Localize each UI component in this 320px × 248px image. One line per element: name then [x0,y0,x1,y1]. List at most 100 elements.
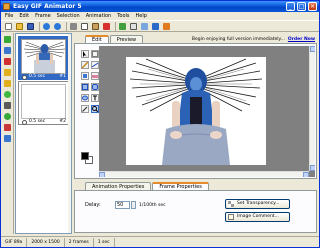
title-bar[interactable]: Easy GIF Animator 5 _ □ × [1,1,319,12]
menu-edit[interactable]: Edit [19,12,29,20]
open-button[interactable] [15,22,24,31]
banner-button[interactable] [3,123,12,132]
new-button[interactable] [4,22,13,31]
frame-thumbnail [21,39,66,74]
add-frame-icon [4,36,11,43]
preview-icon [152,22,159,30]
eraser-tool[interactable] [91,72,99,80]
delay-input[interactable]: 50 [115,201,130,209]
scroll-down-button[interactable] [310,165,315,171]
pencil-icon [81,61,89,69]
delete-button[interactable] [102,22,111,31]
image-comment-button[interactable]: Image Comment... [225,212,290,222]
close-button[interactable]: × [308,2,317,11]
scroll-up-button[interactable] [310,46,315,52]
frame-item-1[interactable]: 0.5 sec #1 [18,36,69,80]
canvas-horizontal-scrollbar[interactable] [99,171,309,177]
effects-icon [4,91,11,98]
drawing-tools [78,46,100,136]
image-canvas[interactable] [126,57,266,165]
duplicate-icon [4,47,11,54]
ellipse-tool[interactable] [81,94,89,102]
toolbar-separator [39,21,40,31]
canvas-image [126,57,266,165]
effects-button[interactable] [3,90,12,99]
insert-frame-button[interactable] [118,22,127,31]
foreground-color-swatch[interactable] [81,152,89,160]
play-button[interactable] [162,22,171,31]
resize-icon [141,22,148,30]
left-toolstrip [1,33,14,234]
delay-spinner[interactable] [131,201,136,209]
canvas-area [99,46,315,177]
add-text-button[interactable] [129,22,138,31]
web-button[interactable] [3,112,12,121]
move-down-button[interactable] [3,79,12,88]
rectangle-icon [82,84,88,90]
transparency-icon [228,201,234,207]
delete-icon [103,22,110,30]
eyedropper-icon [82,106,88,112]
menu-animation[interactable]: Animation [86,12,112,20]
order-now-link[interactable]: Order Now [288,37,315,42]
undo-button[interactable] [42,22,51,31]
ellipse-icon [82,95,88,101]
menu-bar: File Edit Frame Selection Animation Tool… [1,12,319,20]
menu-selection[interactable]: Selection [57,12,80,20]
resize-button[interactable] [140,22,149,31]
zoom-icon [92,106,99,113]
rounded-rect-tool[interactable] [91,83,99,91]
menu-help[interactable]: Help [136,12,147,20]
copy-button[interactable] [80,22,89,31]
export-icon [4,135,11,142]
text-tool[interactable] [91,94,99,102]
clock-icon [22,120,27,125]
rounded-rect-icon [92,84,98,90]
toolbar-separator [115,21,116,31]
menu-frame[interactable]: Frame [35,12,51,20]
menu-file[interactable]: File [5,12,13,20]
select-lasso-tool[interactable] [91,50,99,58]
promo-text: Begin enjoying full version immediately.… [191,37,285,42]
select-rect-icon [83,51,87,57]
line-tool[interactable] [91,61,99,69]
scroll-left-button[interactable] [99,172,105,177]
app-icon [3,3,10,10]
comment-icon [228,214,234,220]
delay-unit-label: 1/100th sec [139,203,166,208]
banner-icon [4,124,11,131]
frame-list-scrollbar[interactable] [68,34,71,233]
scroll-right-button[interactable] [303,172,309,177]
move-up-button[interactable] [3,68,12,77]
cut-button[interactable] [69,22,78,31]
pencil-tool[interactable] [81,61,89,69]
crop-button[interactable] [3,101,12,110]
export-button[interactable] [3,134,12,143]
delete-frame-button[interactable] [3,57,12,66]
clock-icon [22,75,27,80]
promo-banner: Begin enjoying full version immediately.… [192,36,315,43]
frame-item-2[interactable]: 0.5 sec #2 [18,81,69,125]
menu-tools[interactable]: Tools [117,12,129,20]
canvas-vertical-scrollbar[interactable] [309,46,315,171]
fill-tool[interactable] [81,72,89,80]
save-button[interactable] [26,22,35,31]
add-frame-button[interactable] [3,35,12,44]
minimize-button[interactable]: _ [286,2,295,11]
eyedropper-tool[interactable] [81,105,89,113]
paste-button[interactable] [91,22,100,31]
maximize-button[interactable]: □ [297,2,306,11]
window-title: Easy GIF Animator 5 [13,3,82,10]
zoom-tool[interactable] [91,105,99,113]
frame-properties-panel: Delay: 50 1/100th sec Set Transparency..… [74,190,317,233]
status-dimensions: 2000 x 1500 [27,237,65,247]
set-transparency-button[interactable]: Set Transparency... [225,199,290,209]
redo-button[interactable] [53,22,62,31]
line-icon [91,62,99,68]
duplicate-frame-button[interactable] [3,46,12,55]
rectangle-tool[interactable] [81,83,89,91]
save-icon [27,22,34,30]
delete-frame-icon [4,58,11,65]
select-rect-tool[interactable] [81,50,89,58]
preview-button[interactable] [151,22,160,31]
